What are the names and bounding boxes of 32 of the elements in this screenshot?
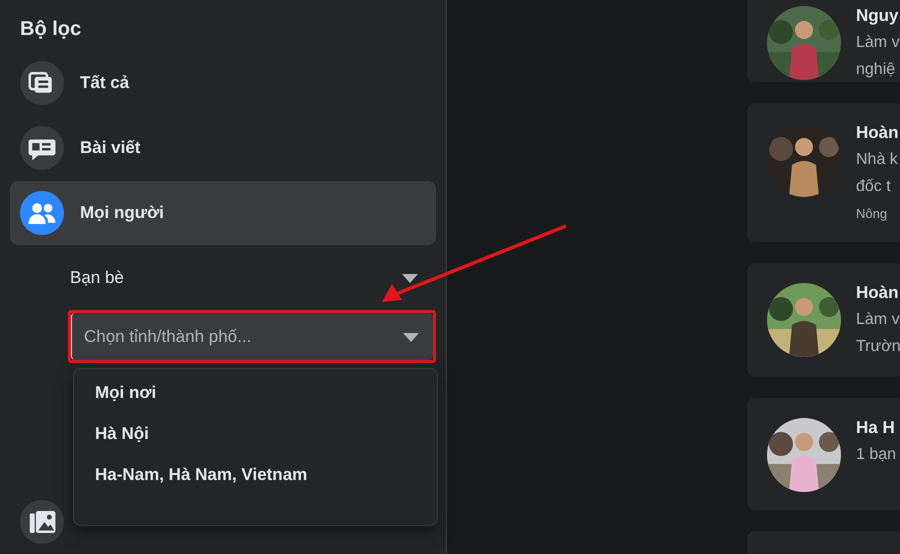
person-detail: Nhà k [856,150,898,170]
filter-item[interactable]: Mọi người [10,181,436,245]
city-option[interactable]: Mọi nơi [95,383,156,403]
result-card[interactable]: Hoàn Làm v Trườn [747,263,900,377]
filter-heading: Bộ lọc [20,18,82,41]
city-field[interactable]: Chọn tỉnh/thành phố... [71,313,433,360]
friends-dropdown[interactable]: Bạn bè [70,246,436,310]
city-option[interactable]: Hà Nội [95,424,149,444]
photo-icon[interactable] [20,500,64,544]
person-name[interactable]: Ha H [856,418,896,438]
person-name[interactable]: Nguy [856,6,900,26]
filter-item[interactable]: Bài viết [10,116,436,180]
result-card[interactable]: Nguy Làm v nghiệ [747,0,900,82]
person-detail: Làm v [856,33,900,53]
caret-icon [402,273,418,283]
people-icon [20,191,64,235]
chat-bubble-icon [20,126,64,170]
person-detail: Trườn [856,337,900,357]
person-location: Nông [856,206,888,221]
person-name[interactable]: Hoàn [856,283,900,303]
city-input[interactable]: Chọn tỉnh/thành phố... [84,326,384,346]
person-detail: nghiệ [856,60,896,80]
city-option[interactable]: Ha-Nam, Hà Nam, Vietnam [95,465,308,485]
person-detail: 1 bạn [856,445,896,465]
cards-icon [20,61,64,105]
person-detail: Làm v [856,310,900,330]
result-card[interactable]: Hoàn Nhà k đốc t Nông [747,103,900,242]
caret-icon [403,332,419,342]
result-card[interactable]: Ha H 1 bạn [747,398,900,510]
person-name[interactable]: Hoàn [856,123,898,143]
person-detail: đốc t [856,177,892,197]
filter-item[interactable]: Tất cả [10,51,436,115]
